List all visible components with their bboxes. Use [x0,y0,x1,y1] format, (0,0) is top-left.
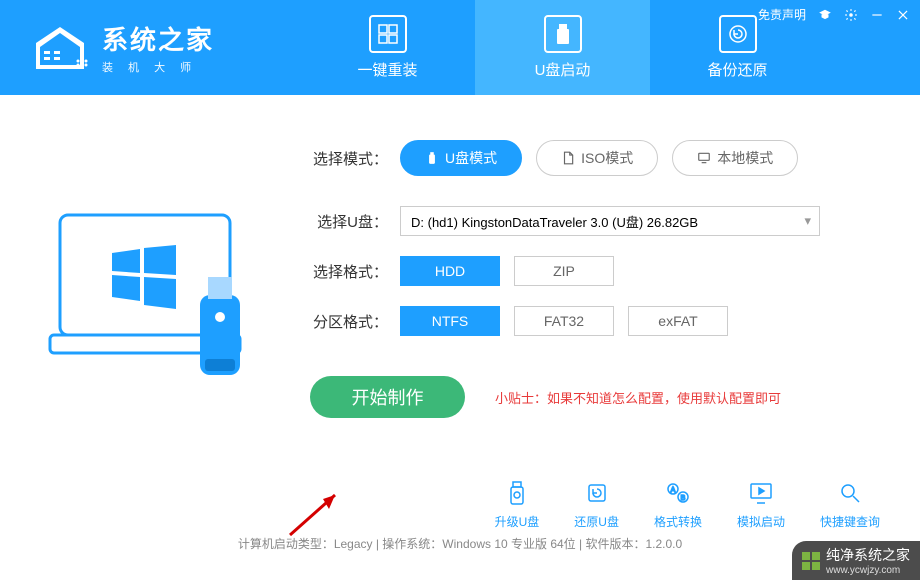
brand-subtitle: 装 机 大 师 [102,59,214,75]
close-icon[interactable] [896,8,910,22]
tab-label: 备份还原 [707,59,767,80]
usb-icon [425,151,439,165]
svg-text:A: A [671,487,676,494]
udisk-label: 选择U盘： [310,211,400,232]
mode-label: 选择模式： [310,148,400,169]
monitor-icon [697,151,711,165]
restore-icon [583,479,611,507]
udisk-value: D: (hd1) KingstonDataTraveler 3.0 (U盘) 2… [411,212,698,231]
partition-exfat-button[interactable]: exFAT [628,306,728,336]
brand-title: 系统之家 [102,20,214,57]
tab-label: U盘启动 [535,59,591,80]
disclaimer-link[interactable]: 免责声明 [758,6,806,23]
tool-format-convert[interactable]: AB 格式转换 [654,479,702,530]
tool-hotkey-query[interactable]: 快捷键查询 [820,479,880,530]
watermark-logo-icon [802,552,820,570]
watermark-url: www.ycwjzy.com [826,565,910,576]
app-header: 系统之家 装 机 大 师 一键重装 U盘启动 备份还原 免责声明 [0,0,920,95]
partition-label: 分区格式： [310,311,400,332]
format-label: 选择格式： [310,261,400,282]
partition-row: 分区格式： NTFS FAT32 exFAT [310,306,880,336]
tip-text: 小贴士：如果不知道怎么配置，使用默认配置即可 [495,388,781,407]
monitor-play-icon [747,479,775,507]
partition-ntfs-button[interactable]: NTFS [400,306,500,336]
status-bar: 计算机启动类型：Legacy | 操作系统：Windows 10 专业版 64位… [0,535,920,555]
graduation-cap-icon[interactable] [818,8,832,22]
tool-restore-usb[interactable]: 还原U盘 [574,479,619,530]
svg-text:B: B [681,495,686,502]
udisk-select[interactable]: D: (hd1) KingstonDataTraveler 3.0 (U盘) 2… [400,206,820,236]
mode-row: 选择模式： U盘模式 ISO模式 本地模式 [310,140,880,176]
restore-monitor-icon [719,15,757,53]
start-row: 开始制作 小贴士：如果不知道怎么配置，使用默认配置即可 [310,376,880,418]
keyboard-search-icon [836,479,864,507]
main-tabs: 一键重装 U盘启动 备份还原 [300,0,825,95]
start-make-button[interactable]: 开始制作 [310,376,465,418]
mode-iso-button[interactable]: ISO模式 [536,140,658,176]
minimize-icon[interactable] [870,8,884,22]
usb-upgrade-icon [503,479,531,507]
convert-icon: AB [664,479,692,507]
partition-fat32-button[interactable]: FAT32 [514,306,614,336]
laptop-usb-illustration [40,185,270,415]
chevron-down-icon: ▾ [804,213,811,229]
file-icon [561,151,575,165]
udisk-row: 选择U盘： D: (hd1) KingstonDataTraveler 3.0 … [310,206,880,236]
tool-simulate-boot[interactable]: 模拟启动 [737,479,785,530]
format-hdd-button[interactable]: HDD [400,256,500,286]
house-logo-icon [30,23,90,73]
tab-usb-boot[interactable]: U盘启动 [475,0,650,95]
tab-one-click-reinstall[interactable]: 一键重装 [300,0,475,95]
watermark: 纯净系统之家 www.ycwjzy.com [792,541,920,580]
bottom-toolbar: 升级U盘 还原U盘 AB 格式转换 模拟启动 快捷键查询 [495,479,880,530]
gear-icon[interactable] [844,8,858,22]
tool-upgrade-usb[interactable]: 升级U盘 [495,479,540,530]
watermark-title: 纯净系统之家 [826,545,910,565]
brand: 系统之家 装 机 大 师 [30,20,214,75]
tab-label: 一键重装 [357,59,417,80]
usb-drive-icon [544,15,582,53]
monitor-windows-icon [369,15,407,53]
mode-usb-button[interactable]: U盘模式 [400,140,522,176]
window-controls: 免责声明 [758,6,910,23]
format-zip-button[interactable]: ZIP [514,256,614,286]
mode-local-button[interactable]: 本地模式 [672,140,798,176]
format-row: 选择格式： HDD ZIP [310,256,880,286]
